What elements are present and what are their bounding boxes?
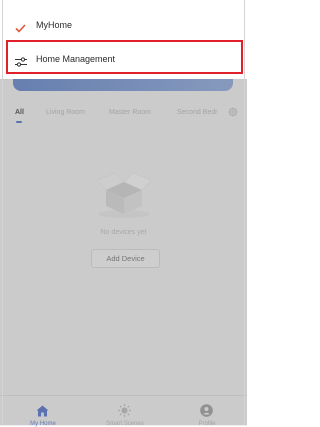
checkmark-icon (15, 20, 26, 38)
menu-item-myhome[interactable]: MyHome (0, 8, 247, 42)
highlight-box (6, 40, 243, 74)
home-switcher-dropdown: MyHome Home Management (0, 0, 247, 79)
menu-item-label: MyHome (36, 20, 73, 30)
